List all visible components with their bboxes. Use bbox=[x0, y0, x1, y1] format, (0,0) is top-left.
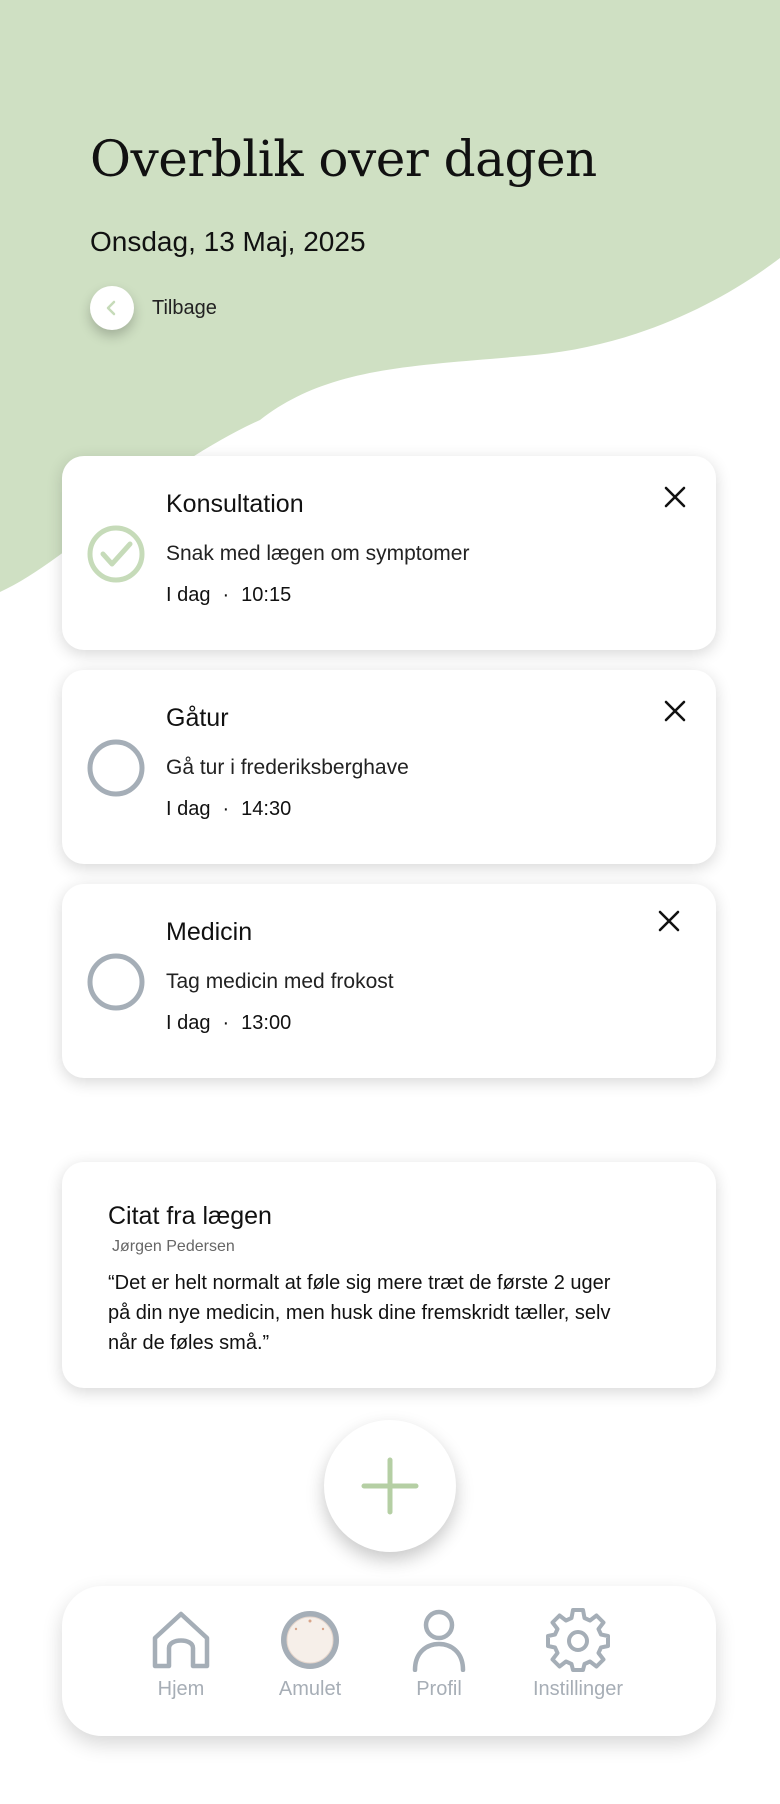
nav-item-profile[interactable]: Profil bbox=[374, 1608, 504, 1701]
task-time: 13:00 bbox=[241, 1012, 292, 1034]
close-icon[interactable] bbox=[662, 484, 688, 510]
home-icon bbox=[152, 1611, 210, 1669]
task-description: Tag medicin med frokost bbox=[166, 970, 394, 993]
amulet-icon bbox=[281, 1611, 339, 1669]
nav-label: Amulet bbox=[278, 1678, 342, 1700]
back-label: Tilbage bbox=[152, 296, 217, 319]
plus-icon bbox=[361, 1457, 419, 1515]
uncompleted-circle-icon[interactable] bbox=[86, 952, 146, 1012]
nav-label: Profil bbox=[416, 1678, 462, 1700]
person-icon bbox=[412, 1609, 466, 1672]
quote-title: Citat fra lægen bbox=[108, 1202, 272, 1230]
task-description: Gå tur i frederiksberghave bbox=[166, 756, 409, 779]
task-schedule: I dag · 13:00 bbox=[166, 1012, 291, 1035]
page-header: Overblik over dagen Onsdag, 13 Maj, 2025 bbox=[90, 130, 597, 258]
uncompleted-circle-icon[interactable] bbox=[86, 738, 146, 798]
task-title: Medicin bbox=[166, 918, 253, 946]
nav-item-amulet[interactable]: Amulet bbox=[245, 1608, 375, 1701]
bottom-navigation: Hjem Amulet Profil Instillinger bbox=[62, 1586, 716, 1736]
task-title: Gåtur bbox=[166, 704, 229, 732]
task-card: Gåtur Gå tur i frederiksberghave I dag ·… bbox=[62, 670, 716, 864]
gear-icon bbox=[546, 1608, 610, 1672]
chevron-left-icon bbox=[106, 300, 116, 316]
nav-label: Instillinger bbox=[532, 1678, 624, 1700]
nav-item-settings[interactable]: Instillinger bbox=[503, 1608, 653, 1701]
page-title: Overblik over dagen bbox=[90, 130, 597, 188]
task-day: I dag bbox=[166, 1012, 211, 1034]
task-separator: · bbox=[222, 1012, 230, 1034]
doctor-quote-card: Citat fra lægen Jørgen Pedersen “Det er … bbox=[62, 1162, 716, 1388]
task-separator: · bbox=[222, 584, 230, 606]
back-navigation[interactable]: Tilbage bbox=[90, 286, 217, 330]
nav-item-home[interactable]: Hjem bbox=[116, 1608, 246, 1701]
quote-text: “Det er helt normalt at føle sig mere tr… bbox=[108, 1272, 611, 1354]
task-schedule: I dag · 14:30 bbox=[166, 798, 291, 821]
close-icon[interactable] bbox=[656, 908, 682, 934]
task-description: Snak med lægen om symptomer bbox=[166, 542, 470, 565]
task-card: Medicin Tag medicin med frokost I dag · … bbox=[62, 884, 716, 1078]
back-button[interactable] bbox=[90, 286, 134, 330]
task-day: I dag bbox=[166, 584, 211, 606]
quote-author: Jørgen Pedersen bbox=[112, 1238, 235, 1255]
task-card: Konsultation Snak med lægen om symptomer… bbox=[62, 456, 716, 650]
task-day: I dag bbox=[166, 798, 211, 820]
task-title: Konsultation bbox=[166, 490, 304, 518]
task-time: 10:15 bbox=[241, 584, 292, 606]
nav-label: Hjem bbox=[157, 1678, 205, 1700]
close-icon[interactable] bbox=[662, 698, 688, 724]
task-schedule: I dag · 10:15 bbox=[166, 584, 291, 607]
current-date: Onsdag, 13 Maj, 2025 bbox=[90, 226, 366, 257]
task-separator: · bbox=[222, 798, 230, 820]
completed-check-icon[interactable] bbox=[86, 524, 146, 584]
add-button[interactable] bbox=[324, 1420, 456, 1552]
task-time: 14:30 bbox=[241, 798, 292, 820]
